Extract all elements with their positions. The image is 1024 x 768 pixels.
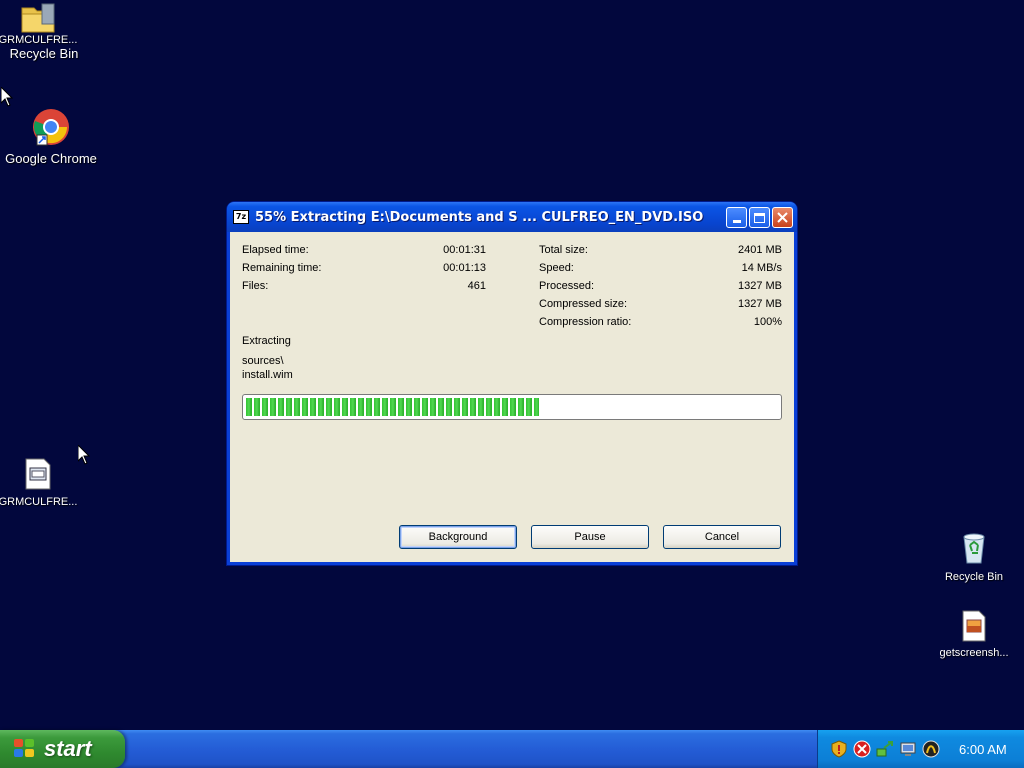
desktop-icon-google-chrome[interactable]: Google Chrome xyxy=(3,107,99,166)
stat-files: Files: 461 xyxy=(242,280,486,294)
desktop-icon-label: Google Chrome xyxy=(5,151,97,166)
stat-label: Speed: xyxy=(539,262,574,274)
stat-label: Processed: xyxy=(539,280,595,292)
app-tray-icon[interactable] xyxy=(922,740,940,758)
clock[interactable]: 6:00 AM xyxy=(959,742,1007,757)
stat-value: 00:01:31 xyxy=(443,244,486,256)
folder-icon xyxy=(21,3,55,33)
stat-value: 461 xyxy=(467,280,486,292)
stat-value: 00:01:13 xyxy=(443,262,486,274)
desktop-icon-label: Recycle Bin xyxy=(9,46,79,61)
close-button[interactable] xyxy=(772,207,793,228)
stat-processed: Processed: 1327 MB xyxy=(539,280,782,294)
disc-image-file-icon xyxy=(25,458,51,490)
mouse-cursor-icon xyxy=(78,445,90,465)
desktop-icon-grmculfre-iso[interactable]: GRMCULFRE... xyxy=(0,458,86,508)
network-icon[interactable] xyxy=(876,740,894,758)
chrome-icon xyxy=(33,109,69,146)
background-button[interactable]: Background xyxy=(399,525,517,549)
stat-label: Remaining time: xyxy=(242,262,322,274)
stat-value: 100% xyxy=(753,316,782,328)
stat-label: Files: xyxy=(242,280,269,292)
current-file: install.wim xyxy=(242,369,293,381)
extraction-progress-dialog: 7z 55% Extracting E:\Documents and S ...… xyxy=(227,202,797,565)
system-tray: 6:00 AM xyxy=(817,730,1024,768)
stat-compression-ratio: Compression ratio: 100% xyxy=(539,316,782,330)
maximize-icon xyxy=(754,212,765,223)
mouse-cursor-icon xyxy=(1,87,13,107)
computer-icon[interactable] xyxy=(899,740,917,758)
minimize-icon xyxy=(732,220,741,223)
desktop-icon-label: GRMCULFRE... xyxy=(0,34,78,46)
error-x-icon[interactable] xyxy=(853,740,871,758)
desktop-icon-label: Recycle Bin xyxy=(944,571,1004,583)
desktop-icon-recycle-bin[interactable]: Recycle Bin xyxy=(926,533,1022,583)
cancel-button[interactable]: Cancel xyxy=(663,525,781,549)
desktop-icon-getscreenshot[interactable]: getscreensh... xyxy=(926,610,1022,659)
stat-elapsed-time: Elapsed time: 00:01:31 xyxy=(242,244,486,258)
dialog-body: Elapsed time: 00:01:31 Remaining time: 0… xyxy=(230,232,794,562)
stat-remaining-time: Remaining time: 00:01:13 xyxy=(242,262,486,276)
extraction-progress-bar xyxy=(242,394,782,420)
security-shield-icon[interactable] xyxy=(830,740,848,758)
status-label: Extracting xyxy=(242,335,291,347)
desktop-icon-grmculfre-folder[interactable]: GRMCULFRE... Recycle Bin xyxy=(0,2,86,61)
dialog-title: 55% Extracting E:\Documents and S ... CU… xyxy=(255,209,704,225)
stat-total-size: Total size: 2401 MB xyxy=(539,244,782,258)
close-icon xyxy=(777,212,788,223)
image-file-icon xyxy=(962,610,986,642)
progress-fill xyxy=(246,398,539,416)
stat-value: 1327 MB xyxy=(737,298,782,310)
dialog-title-bar[interactable]: 7z 55% Extracting E:\Documents and S ...… xyxy=(227,202,797,232)
taskbar: start 6:00 AM xyxy=(0,730,1024,768)
stat-value: 1327 MB xyxy=(737,280,782,292)
windows-logo-icon xyxy=(14,739,36,759)
7zip-app-icon: 7z xyxy=(233,210,249,224)
recycle-bin-icon xyxy=(963,533,985,564)
desktop-icon-label: getscreensh... xyxy=(939,647,1009,659)
stat-label: Elapsed time: xyxy=(242,244,309,256)
pause-button[interactable]: Pause xyxy=(531,525,649,549)
maximize-button[interactable] xyxy=(749,207,770,228)
stat-speed: Speed: 14 MB/s xyxy=(539,262,782,276)
desktop-icon-label: GRMCULFRE... xyxy=(0,496,78,508)
start-label: start xyxy=(44,736,92,761)
stat-value: 2401 MB xyxy=(737,244,782,256)
stat-label: Total size: xyxy=(539,244,588,256)
stat-value: 14 MB/s xyxy=(741,262,782,274)
stat-label: Compression ratio: xyxy=(539,316,632,328)
stat-compressed-size: Compressed size: 1327 MB xyxy=(539,298,782,312)
stat-label: Compressed size: xyxy=(539,298,628,310)
start-button[interactable]: start xyxy=(0,730,125,768)
minimize-button[interactable] xyxy=(726,207,747,228)
current-path: sources\ xyxy=(242,355,284,367)
